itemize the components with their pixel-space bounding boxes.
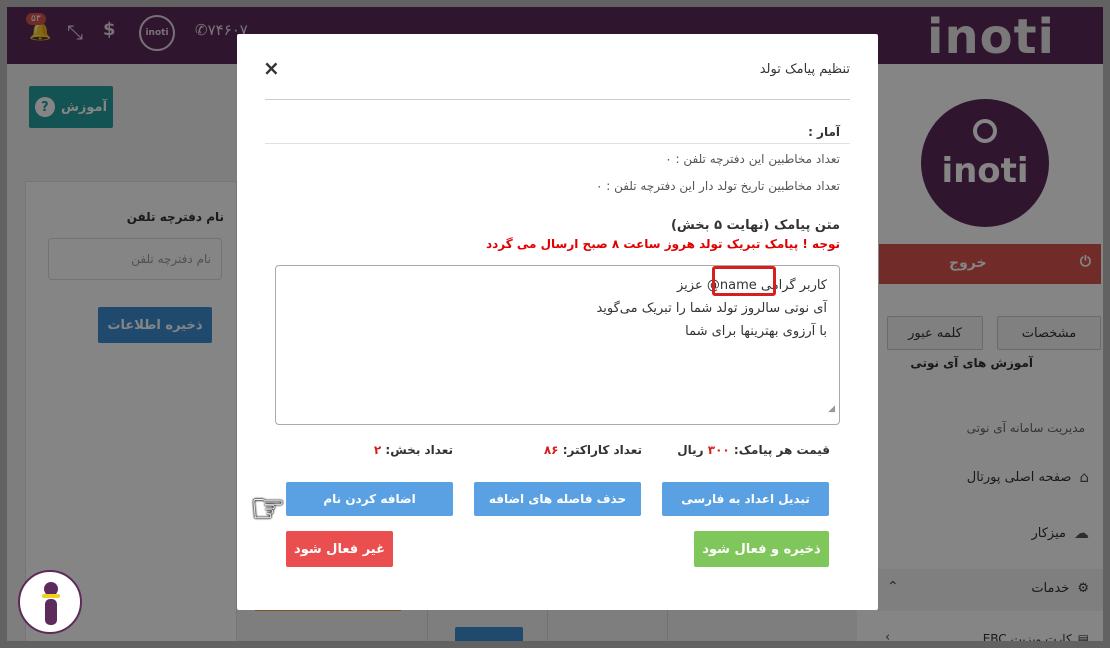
stat-birthday-contacts: تعداد مخاطبین تاریخ تولد دار این دفترچه … xyxy=(595,179,840,193)
deactivate-button[interactable]: غیر فعال شود xyxy=(286,531,393,567)
sms-text-label: متن پیامک (نهایت ۵ بخش) xyxy=(670,218,840,233)
divider xyxy=(265,99,850,100)
char-count-value: ۸۶ xyxy=(543,443,559,457)
part-count-label: تعداد بخش: xyxy=(385,443,453,457)
resize-handle-icon[interactable]: ◢ xyxy=(828,398,835,421)
add-name-button[interactable]: اضافه کردن نام xyxy=(286,482,453,516)
part-count: تعداد بخش: ۲ xyxy=(374,443,453,457)
char-count-label: تعداد کاراکتر: xyxy=(562,443,642,457)
badge-stem xyxy=(45,599,57,625)
remove-extra-spaces-button[interactable]: حذف فاصله های اضافه xyxy=(474,482,641,516)
price-value: ۳۰۰ xyxy=(707,443,730,457)
part-count-value: ۲ xyxy=(373,443,382,457)
save-and-activate-button[interactable]: ذخیره و فعال شود xyxy=(694,531,829,567)
divider xyxy=(265,143,850,144)
name-placeholder-highlight xyxy=(712,266,776,296)
char-count: تعداد کاراکتر: ۸۶ xyxy=(544,443,642,457)
price-unit: ریال xyxy=(677,443,704,457)
message-line: آی نوتی سالروز تولد شما را تبریک می‌گوید xyxy=(596,301,827,316)
modal-title: تنظیم پیامک تولد xyxy=(759,62,850,77)
message-line: با آرزوی بهترینها برای شما xyxy=(685,324,827,339)
birthday-sms-modal: تنظیم پیامک تولد × آمار : تعداد مخاطبین … xyxy=(237,34,878,610)
price-per-sms: قیمت هر پیامک: ۳۰۰ ریال xyxy=(677,443,830,457)
floating-support-badge[interactable] xyxy=(18,570,82,634)
stats-heading: آمار : xyxy=(808,125,840,139)
stat-contacts: تعداد مخاطبین این دفترچه تلفن : ۰ xyxy=(665,152,840,166)
convert-digits-button[interactable]: تبدیل اعداد به فارسی xyxy=(662,482,829,516)
badge-accent xyxy=(42,594,60,598)
pointing-hand-icon: ☞ xyxy=(250,486,286,532)
close-icon[interactable]: × xyxy=(263,56,280,80)
send-time-warning: توجه ! پیامک تبریک تولد هروز ساعت ۸ صبح … xyxy=(485,237,840,251)
price-label: قیمت هر پیامک: xyxy=(733,443,830,457)
